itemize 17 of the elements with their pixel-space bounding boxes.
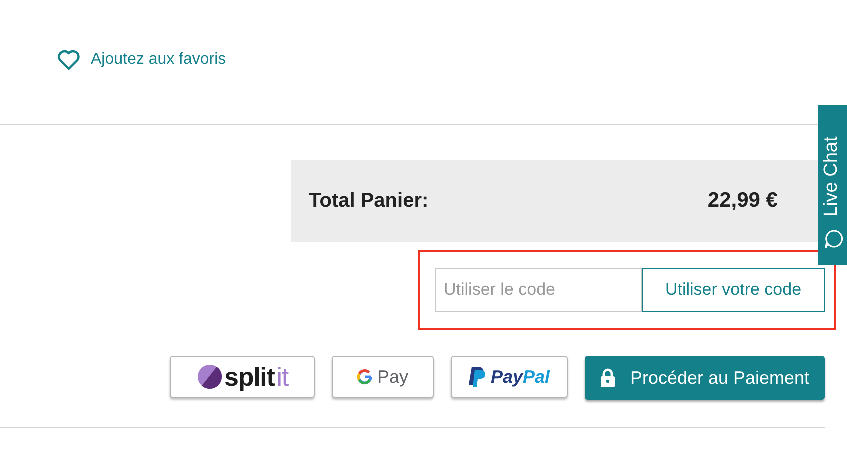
checkout-button[interactable]: Procéder au Paiement [585, 356, 825, 400]
paypal-logo-icon [468, 367, 485, 387]
live-chat-tab[interactable]: Live Chat [818, 105, 847, 265]
letter-g-logo-icon [357, 369, 374, 385]
google-pay-button[interactable]: Pay [332, 356, 434, 398]
apply-code-button[interactable]: Utiliser votre code [642, 268, 825, 312]
splitit-button[interactable]: splitit [170, 356, 315, 398]
promo-code-field[interactable]: Utiliser le code [435, 268, 642, 312]
total-amount: 22,99 € [708, 188, 778, 214]
lock-icon [600, 368, 616, 388]
chat-bubble-icon [824, 229, 844, 249]
total-label: Total Panier: [309, 189, 429, 214]
paypal-button[interactable]: PayPal [451, 356, 568, 398]
favorite-link[interactable]: Ajoutez aux favoris [57, 48, 226, 72]
live-chat-label: Live Chat [821, 136, 843, 217]
logo-icon [196, 362, 223, 392]
heart-icon [57, 49, 81, 71]
